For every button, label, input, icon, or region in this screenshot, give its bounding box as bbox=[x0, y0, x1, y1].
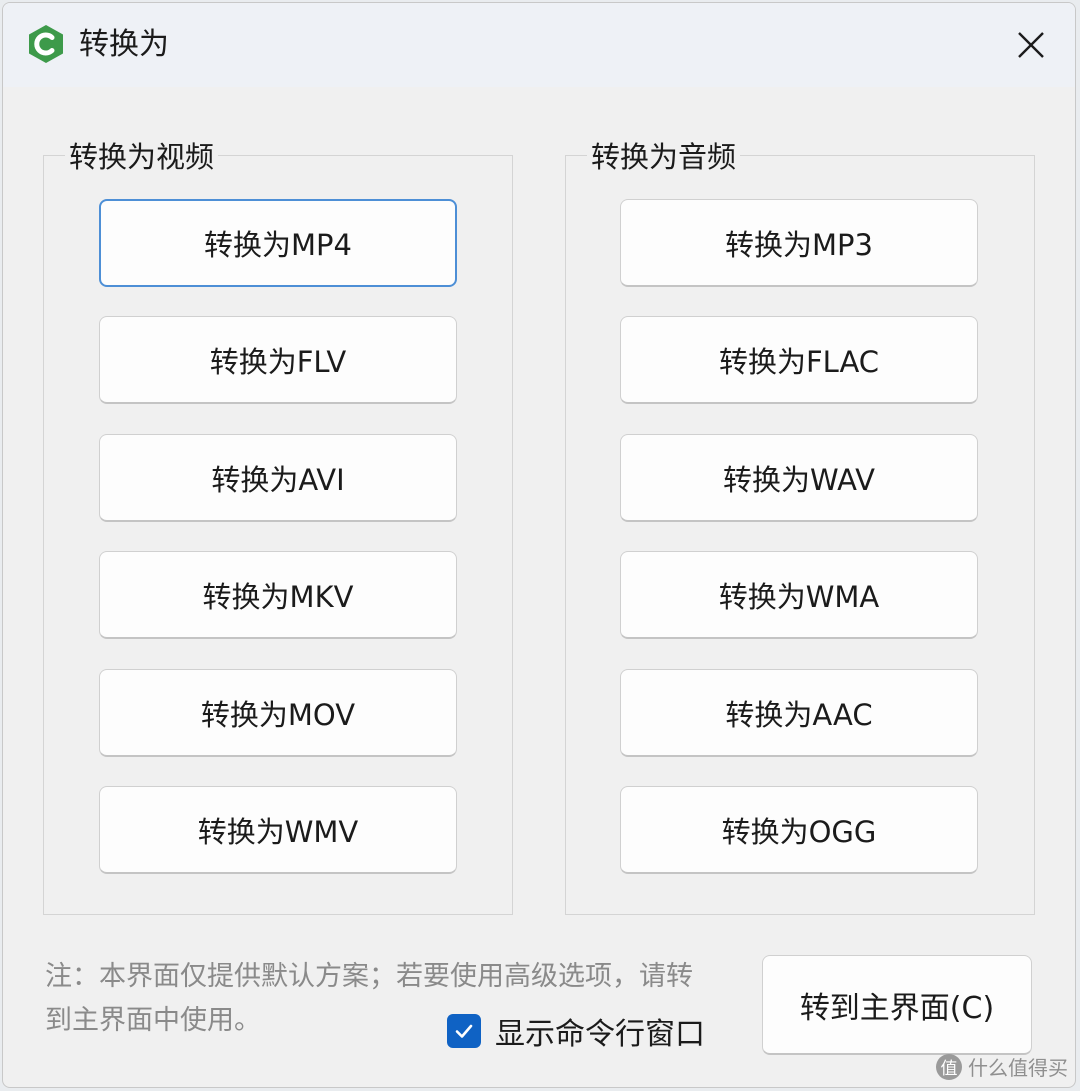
convert-dialog: 转换为 转换为视频 转换为MP4 转换为FLV 转换为AVI 转换为MKV 转换… bbox=[2, 2, 1076, 1088]
show-cmd-checkbox[interactable] bbox=[447, 1014, 481, 1048]
convert-avi-button[interactable]: 转换为AVI bbox=[99, 434, 457, 522]
window-title: 转换为 bbox=[79, 27, 169, 62]
convert-wmv-button[interactable]: 转换为WMV bbox=[99, 786, 457, 874]
site-watermark: 值 什么值得买 bbox=[936, 1052, 1068, 1081]
convert-mov-button[interactable]: 转换为MOV bbox=[99, 669, 457, 757]
checkmark-icon bbox=[455, 1024, 473, 1038]
show-cmd-label: 显示命令行窗口 bbox=[495, 1017, 705, 1052]
convert-flac-button[interactable]: 转换为FLAC bbox=[620, 316, 978, 404]
convert-mkv-button[interactable]: 转换为MKV bbox=[99, 551, 457, 639]
show-cmd-checkbox-row[interactable]: 显示命令行窗口 bbox=[447, 1009, 705, 1053]
title-bar: 转换为 bbox=[3, 3, 1075, 87]
app-logo-icon bbox=[25, 23, 67, 65]
video-group-legend: 转换为视频 bbox=[65, 137, 219, 177]
close-button[interactable] bbox=[1009, 23, 1053, 67]
convert-mp3-button[interactable]: 转换为MP3 bbox=[620, 199, 978, 287]
convert-wma-button[interactable]: 转换为WMA bbox=[620, 551, 978, 639]
go-to-main-button[interactable]: 转到主界面(C) bbox=[762, 955, 1032, 1055]
convert-ogg-button[interactable]: 转换为OGG bbox=[620, 786, 978, 874]
convert-flv-button[interactable]: 转换为FLV bbox=[99, 316, 457, 404]
close-icon bbox=[1018, 32, 1044, 58]
convert-mp4-button[interactable]: 转换为MP4 bbox=[99, 199, 457, 287]
audio-group-legend: 转换为音频 bbox=[587, 137, 741, 177]
convert-wav-button[interactable]: 转换为WAV bbox=[620, 434, 978, 522]
watermark-badge-icon: 值 bbox=[936, 1053, 962, 1080]
watermark-text: 什么值得买 bbox=[968, 1056, 1068, 1080]
convert-aac-button[interactable]: 转换为AAC bbox=[620, 669, 978, 757]
